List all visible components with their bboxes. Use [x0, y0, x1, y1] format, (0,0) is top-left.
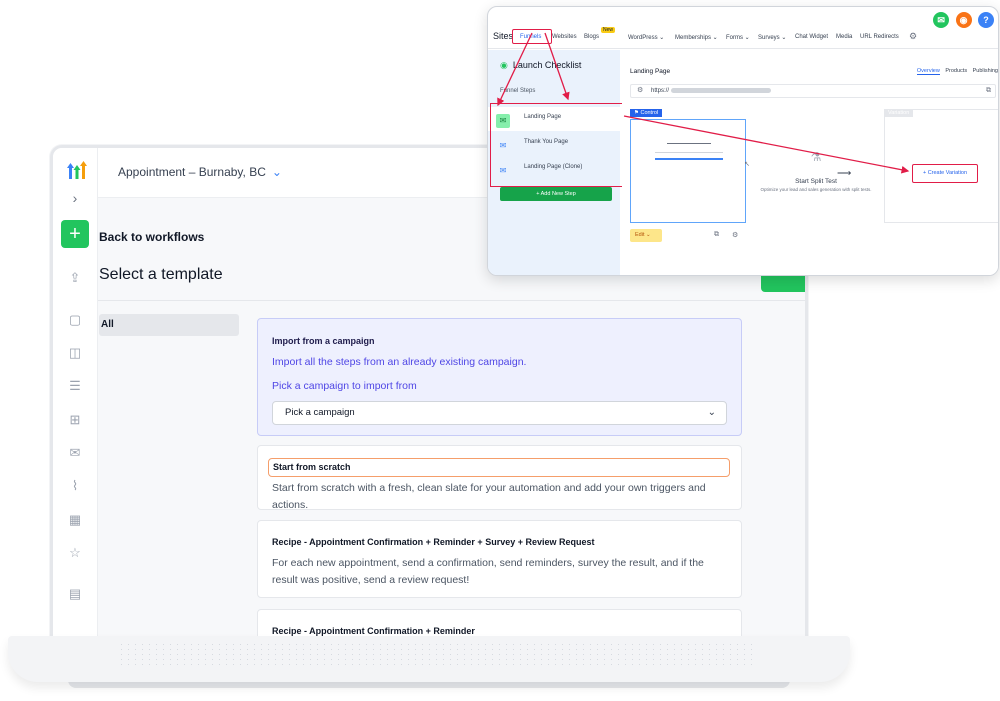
sites-label: Sites [493, 31, 514, 41]
recipe-card[interactable]: Recipe - Appointment Confirmation + Remi… [257, 520, 742, 598]
expand-chevron-icon[interactable]: › [67, 190, 83, 206]
settings-gear-icon[interactable]: ⚙ [732, 231, 738, 239]
campaign-select-value: Pick a campaign [285, 407, 355, 418]
nav-item-wordpress[interactable]: WordPress ⌄ [628, 34, 664, 41]
scratch-card-title: Start from scratch [268, 458, 730, 477]
recipe-card-title: Recipe - Appointment Confirmation + Remi… [272, 626, 475, 636]
nav-item-funnels[interactable]: Funnels [520, 34, 541, 40]
tab-products[interactable]: Products [945, 68, 967, 74]
split-test-title: Start Split Test [795, 178, 837, 185]
sitemap-icon[interactable]: ⊞ [67, 412, 83, 428]
split-test-info: ⚗ Start Split Test Optimize your lead an… [750, 150, 882, 193]
apps-icon[interactable]: ▤ [67, 586, 83, 602]
left-sidebar: › + ⇪ ▢ ◫ ☰ ⊞ ✉ ⌇ ▦ ☆ ▤ [53, 148, 98, 637]
keyboard-texture [118, 642, 758, 666]
dashboard-icon[interactable]: ▢ [67, 312, 83, 328]
nav-item-blogs[interactable]: Blogs [584, 34, 599, 40]
recipe-card-desc: For each new appointment, send a confirm… [272, 557, 704, 586]
preview-text [655, 152, 723, 153]
step-title: Landing Page [630, 68, 671, 75]
nav-item-url-redirects[interactable]: URL Redirects [860, 34, 899, 40]
arrow-right-icon: ⟶ [837, 168, 852, 179]
nav-item-media[interactable]: Media [836, 34, 852, 40]
create-variation-button[interactable]: + Create Variation [912, 164, 978, 183]
settings-gear-icon: ⚙ [637, 87, 644, 94]
recipe-card-title: Recipe - Appointment Confirmation + Remi… [272, 537, 595, 547]
chevron-down-icon: ⌄ [271, 165, 282, 179]
nav-item-memberships[interactable]: Memberships ⌄ [675, 34, 718, 41]
launchpad-icon[interactable]: ⇪ [67, 270, 83, 286]
variation-tag: Variation [884, 109, 914, 117]
funnel-steps-panel: ◉ Launch Checklist Funnel Steps ✉ Landing… [488, 50, 624, 275]
calendar-stack-icon[interactable]: ☰ [67, 378, 83, 394]
step-detail-panel: Landing Page Overview Products Publishin… [622, 50, 998, 275]
quick-add-button[interactable]: + [61, 220, 89, 248]
add-new-step-button[interactable]: + Add New Step [500, 187, 612, 201]
launch-checklist-label: Launch Checklist [512, 60, 582, 70]
star-icon[interactable]: ☆ [67, 545, 83, 561]
reporting-icon[interactable]: ⌇ [67, 478, 83, 494]
split-test-illustration-icon: ⚗ [810, 150, 822, 164]
nav-item-chat-widget[interactable]: Chat Widget [795, 34, 828, 40]
control-label: Control [640, 110, 659, 116]
new-badge: New [601, 27, 616, 33]
conversations-icon[interactable]: ◫ [67, 345, 83, 361]
location-switcher[interactable]: Appointment – Burnaby, BC ⌄ [118, 165, 282, 179]
nav-item-forms[interactable]: Forms ⌄ [726, 34, 750, 41]
tab-overview[interactable]: Overview [916, 68, 940, 75]
campaign-select[interactable]: Pick a campaign ⌄ [272, 401, 727, 425]
import-card-desc: Import all the steps from an already exi… [272, 356, 527, 368]
external-link-icon[interactable]: ⧉ [714, 231, 719, 239]
control-page-preview[interactable] [630, 119, 746, 223]
laptop-keyboard-base [8, 636, 850, 700]
pick-campaign-label: Pick a campaign to import from [272, 380, 417, 392]
import-card-title: Import from a campaign [272, 336, 375, 346]
sites-nav: Sites Funnels Websites Blogs New WordPre… [488, 25, 998, 49]
check-circle-icon: ◉ [500, 60, 508, 70]
location-name: Appointment – Burnaby, BC [118, 165, 266, 179]
mail-icon[interactable]: ✉ [67, 445, 83, 461]
blurred-domain [671, 87, 772, 93]
page-url-field[interactable]: ⚙ https:// ⧉ [630, 84, 996, 98]
funnel-steps-label: Funnel Steps [500, 88, 536, 94]
nav-item-surveys[interactable]: Surveys ⌄ [758, 34, 786, 41]
page-title: Select a template [99, 266, 223, 283]
launch-checklist[interactable]: ◉ Launch Checklist [500, 60, 581, 71]
external-link-icon[interactable]: ⧉ [986, 85, 991, 97]
edit-button[interactable]: Edit ⌄ [630, 229, 662, 242]
recipe-card[interactable]: Recipe - Appointment Confirmation + Remi… [257, 609, 742, 637]
page-url: https:// [651, 88, 670, 94]
control-tag: ⚑ Control [630, 109, 663, 117]
filter-item-all[interactable]: All [99, 314, 239, 336]
chevron-down-icon: ⌄ [707, 407, 716, 418]
split-test-desc: Optimize your lead and sales generation … [760, 187, 872, 192]
preview-button [655, 158, 723, 160]
calendar-icon[interactable]: ▦ [67, 512, 83, 528]
steps-highlight [490, 103, 624, 187]
step-tabs: Overview Products Publishing [913, 68, 998, 75]
edit-label: Edit [635, 232, 645, 238]
back-to-workflows-link[interactable]: Back to workflows [99, 230, 204, 244]
start-from-scratch-card[interactable]: Start from scratch Start from scratch wi… [257, 445, 742, 511]
app-logo-icon [67, 161, 87, 179]
import-campaign-card[interactable]: Import from a campaign Import all the st… [257, 318, 742, 436]
preview-heading [667, 143, 711, 144]
scratch-card-desc: Start from scratch with a fresh, clean s… [272, 482, 706, 511]
tab-publishing[interactable]: Publishing [973, 68, 998, 74]
funnels-window: ✉ ◉ ? Sites Funnels Websites Blogs New W… [487, 6, 999, 276]
cursor-icon: ↖ [744, 161, 750, 168]
nav-item-websites[interactable]: Websites [552, 34, 577, 40]
divider [98, 300, 805, 301]
settings-gear-icon[interactable]: ⚙ [909, 31, 917, 42]
